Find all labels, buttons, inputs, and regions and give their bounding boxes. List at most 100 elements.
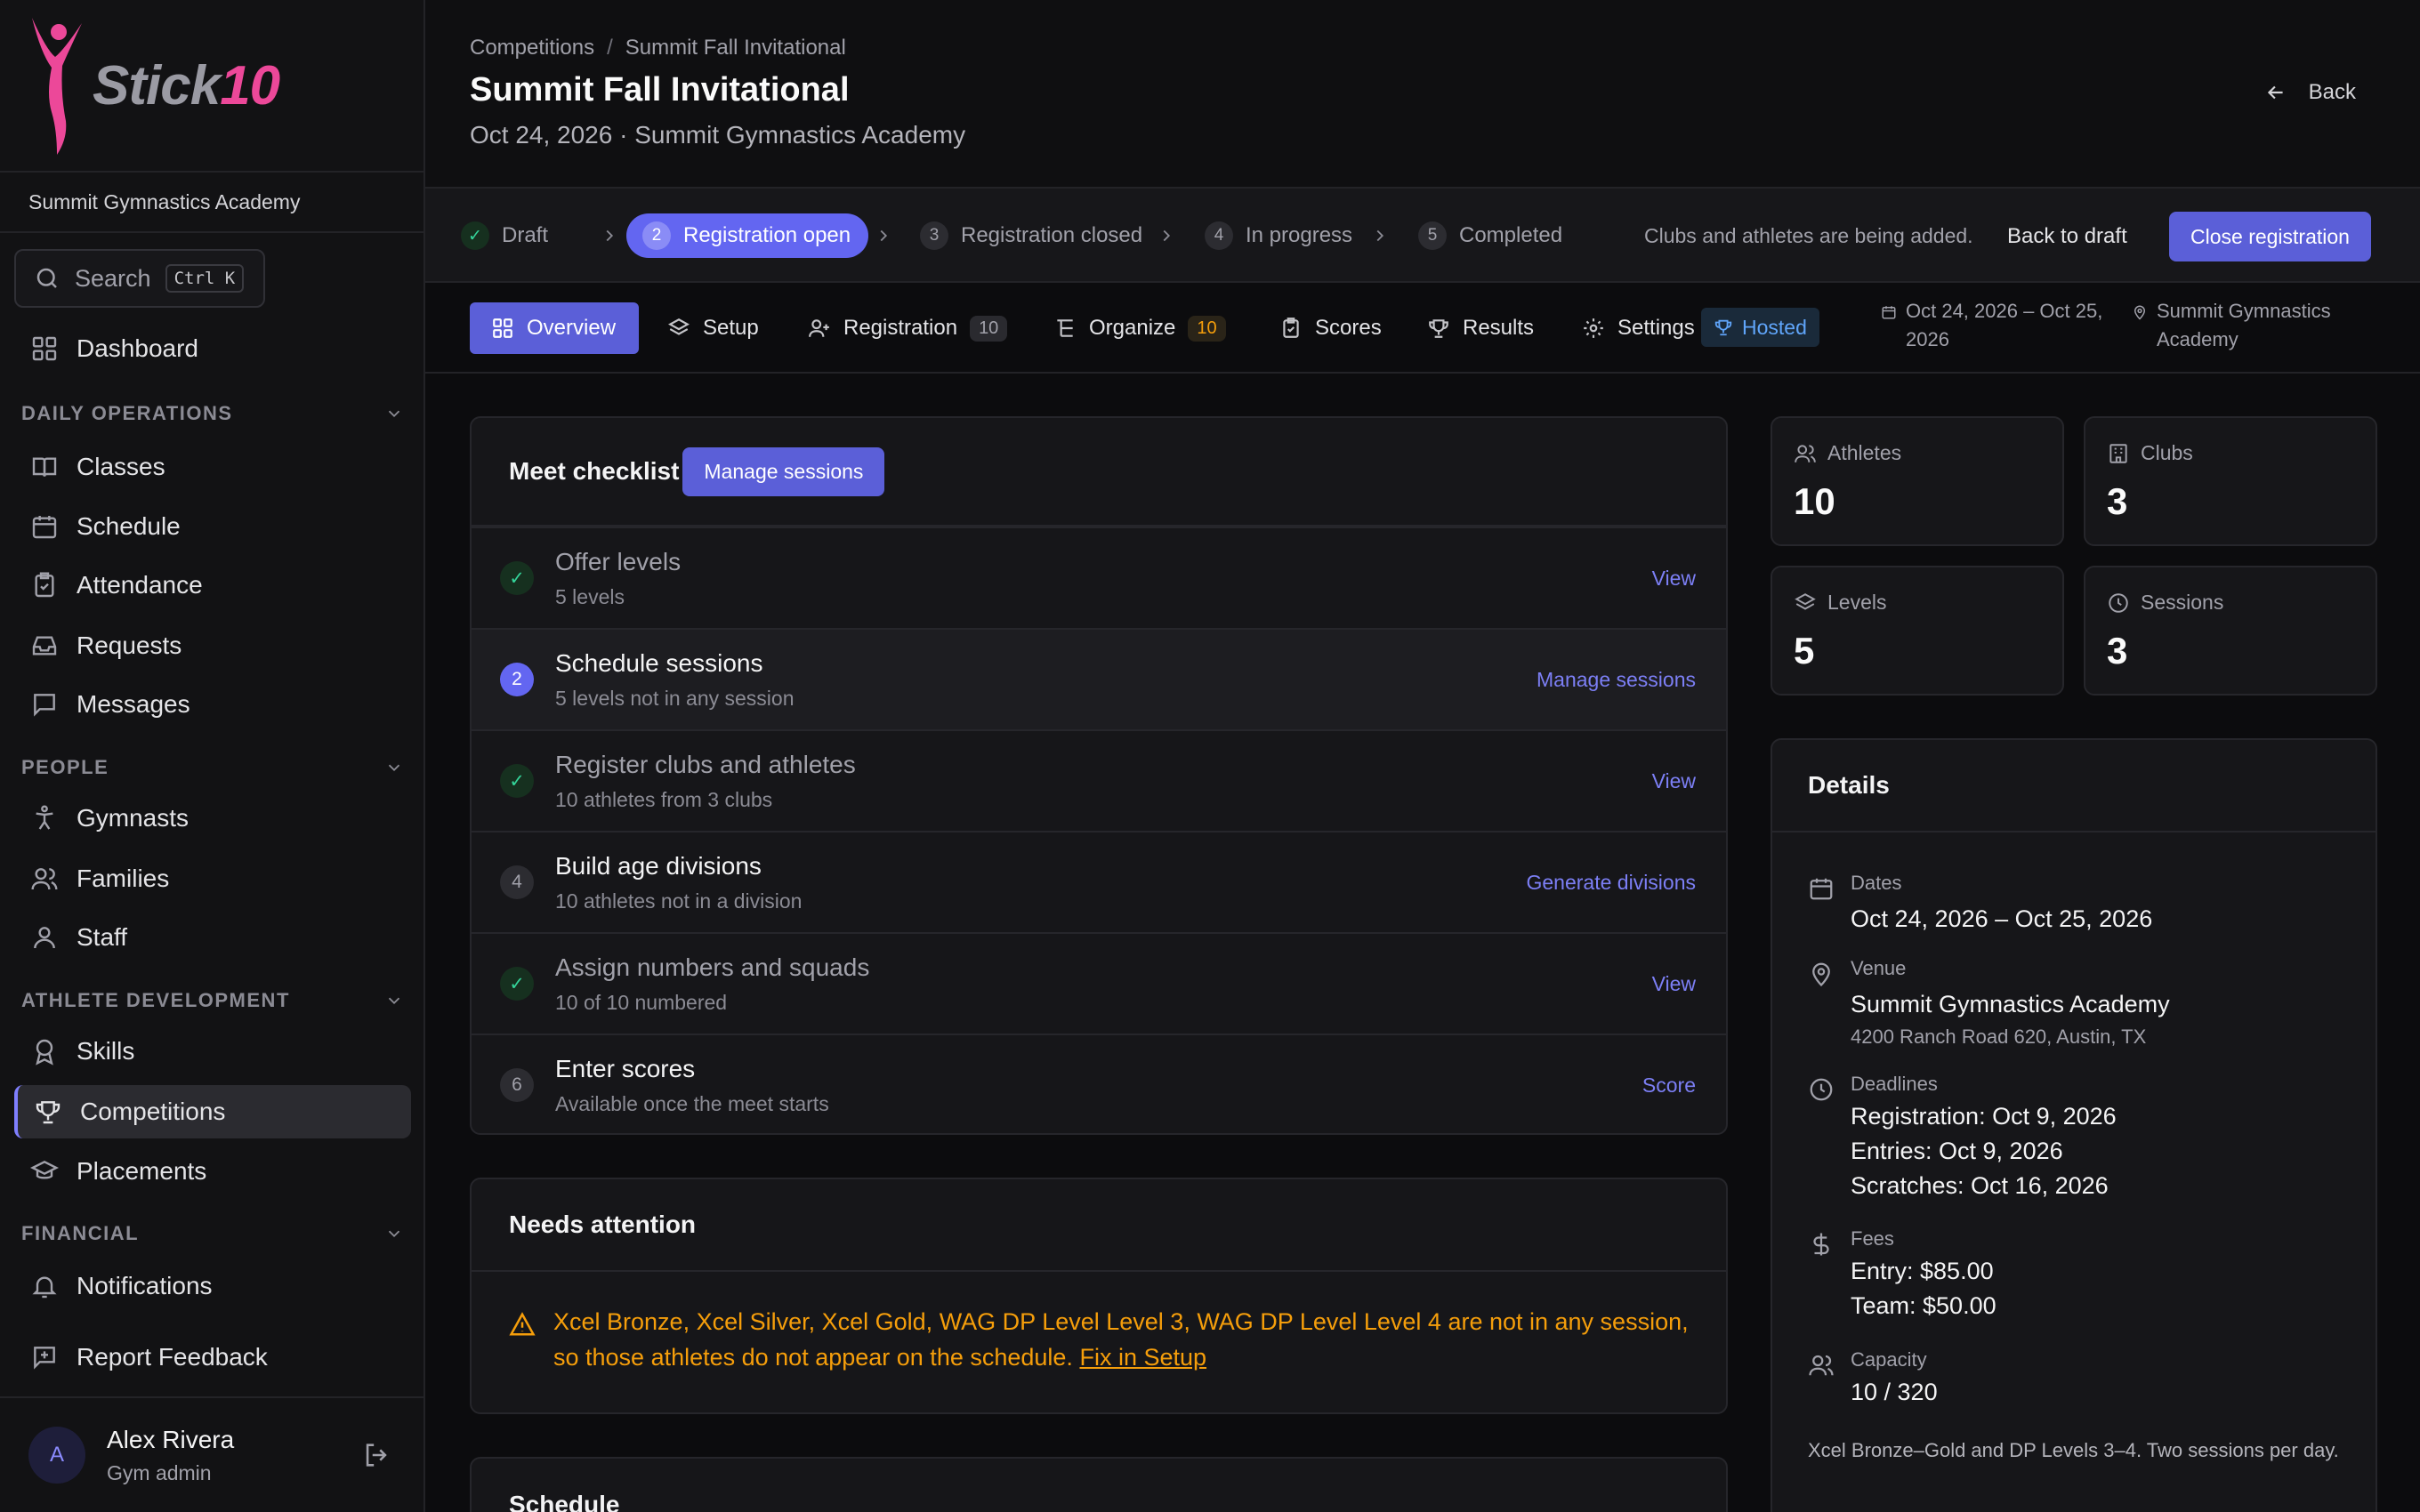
detail-label: Fees [1851, 1227, 1894, 1250]
tab-setup[interactable]: Setup [658, 302, 768, 354]
stat-value: 3 [2107, 630, 2128, 672]
section-daily-operations[interactable]: DAILY OPERATIONS [21, 402, 404, 425]
section-label: FINANCIAL [21, 1222, 140, 1244]
chevron-right-icon [1376, 229, 1384, 242]
step-number: 6 [500, 1068, 534, 1102]
check-icon: ✓ [500, 764, 534, 798]
tab-label: Organize [1089, 316, 1176, 340]
hosted-label: Hosted [1742, 315, 1807, 339]
users-icon [1809, 1355, 1834, 1376]
nav-gymnasts[interactable]: Gymnasts [14, 792, 411, 845]
search-icon [36, 268, 57, 288]
schedule-card: Schedule [470, 1457, 1728, 1512]
hosted-badge: Hosted [1701, 308, 1819, 347]
section-financial[interactable]: FINANCIAL [21, 1222, 404, 1245]
registration-count-badge: 10 [970, 315, 1008, 342]
checklist-item-sub: 10 athletes from 3 clubs [555, 788, 773, 811]
nav-notifications[interactable]: Notifications [14, 1259, 411, 1313]
tab-organize[interactable]: Organize 10 [1045, 302, 1235, 354]
step-draft[interactable]: ✓ Draft [461, 213, 548, 258]
tab-scores[interactable]: Scores [1270, 302, 1391, 354]
attention-alert: Xcel Bronze, Xcel Silver, Xcel Gold, WAG… [509, 1304, 1701, 1375]
step-label: Draft [502, 223, 549, 247]
athletes-stat: Athletes 10 [1771, 416, 2064, 546]
fee-team: Team: $50.00 [1851, 1292, 1996, 1319]
nav-competitions[interactable]: Competitions [14, 1085, 411, 1138]
step-number: 4 [500, 865, 534, 899]
detail-label: Dates [1851, 872, 1902, 894]
nav-skills[interactable]: Skills [14, 1025, 411, 1078]
stat-value: 5 [1794, 630, 1815, 672]
detail-label: Venue [1851, 957, 1907, 979]
person-stretch-icon [36, 805, 53, 830]
levels-stat: Levels 5 [1771, 566, 2064, 696]
nav-placements[interactable]: Placements [14, 1145, 411, 1198]
calendar-icon [32, 516, 57, 539]
nav-families[interactable]: Families [14, 852, 411, 905]
manage-sessions-link[interactable]: Manage sessions [1537, 668, 1696, 692]
trophy-icon [1714, 319, 1732, 336]
tab-label: Setup [703, 316, 759, 340]
clipboard-check-icon [1283, 318, 1299, 338]
layers-icon [668, 318, 690, 335]
nav-schedule[interactable]: Schedule [14, 500, 411, 553]
tab-registration[interactable]: Registration 10 [799, 302, 1016, 354]
tab-label: Registration [843, 316, 958, 340]
generate-divisions-link[interactable]: Generate divisions [1527, 871, 1697, 895]
logo[interactable]: Stick10 [0, 0, 424, 173]
fix-in-setup-link[interactable]: Fix in Setup [1079, 1344, 1206, 1371]
step-completed[interactable]: 5 Completed [1418, 213, 1562, 258]
close-registration-button[interactable]: Close registration [2169, 212, 2371, 261]
nav-report-feedback[interactable]: Report Feedback [14, 1331, 411, 1384]
meet-dates: Oct 24, 2026 – Oct 25, 2026 [1881, 297, 2112, 354]
gear-icon [1584, 318, 1603, 338]
step-registration-open[interactable]: 2 Registration open [626, 213, 869, 258]
meet-dates-text: Oct 24, 2026 – Oct 25, 2026 [1906, 300, 2103, 350]
dashboard-icon [32, 336, 57, 361]
back-to-draft-button[interactable]: Back to draft [2007, 224, 2127, 249]
trophy-icon [36, 1101, 60, 1124]
dollar-icon [1813, 1233, 1829, 1256]
back-button[interactable]: Back [2264, 80, 2356, 105]
page-subtitle: Oct 24, 2026 · Summit Gymnastics Academy [470, 121, 966, 149]
nav-staff-label: Staff [77, 923, 128, 951]
details-title: Details [1808, 771, 1890, 799]
checklist-item-title: Schedule sessions [555, 649, 763, 677]
step-number: 3 [920, 221, 948, 250]
section-people[interactable]: PEOPLE [21, 756, 404, 779]
nav-staff[interactable]: Staff [14, 911, 411, 964]
nav-messages-label: Messages [77, 690, 190, 718]
search-button[interactable]: Search Ctrl K [14, 249, 265, 308]
map-pin-icon [1812, 962, 1830, 987]
nav-messages[interactable]: Messages [14, 678, 411, 731]
view-numbers-link[interactable]: View [1652, 972, 1696, 996]
clipboard-check-icon [35, 572, 54, 598]
nav-attendance[interactable]: Attendance [14, 559, 411, 612]
tab-results[interactable]: Results [1418, 302, 1543, 354]
manage-sessions-button[interactable]: Manage sessions [682, 446, 885, 496]
view-registration-link[interactable]: View [1652, 769, 1696, 793]
calendar-icon [1882, 306, 1896, 319]
nav-gymnasts-label: Gymnasts [77, 804, 190, 832]
tab-bar: Overview Setup Registration 10 Organize … [425, 283, 2420, 374]
checklist-item: ✓ Register clubs and athletes 10 athletes… [472, 729, 1726, 831]
nav-requests[interactable]: Requests [14, 619, 411, 672]
logout-icon[interactable] [361, 1440, 391, 1470]
breadcrumb-competitions[interactable]: Competitions [470, 36, 594, 60]
user-profile[interactable]: A Alex Rivera Gym admin [0, 1396, 424, 1512]
score-link[interactable]: Score [1642, 1074, 1696, 1098]
org-name[interactable]: Summit Gymnastics Academy [0, 173, 424, 233]
section-athlete-development[interactable]: ATHLETE DEVELOPMENT [21, 989, 404, 1012]
book-icon [32, 457, 57, 477]
tab-overview[interactable]: Overview [470, 302, 640, 354]
status-stepper: ✓ Draft 2 Registration open 3 Registrati… [425, 189, 2420, 283]
tab-settings[interactable]: Settings [1573, 302, 1704, 354]
needs-attention-card: Needs attention Xcel Bronze, Xcel Silver… [470, 1178, 1728, 1414]
view-levels-link[interactable]: View [1652, 567, 1696, 591]
chevron-down-icon [388, 997, 400, 1005]
step-in-progress[interactable]: 4 In progress [1205, 213, 1352, 258]
nav-classes[interactable]: Classes [14, 440, 411, 494]
step-registration-closed[interactable]: 3 Registration closed [920, 213, 1142, 258]
step-number: 4 [1205, 221, 1233, 250]
nav-dashboard[interactable]: Dashboard [14, 322, 411, 375]
